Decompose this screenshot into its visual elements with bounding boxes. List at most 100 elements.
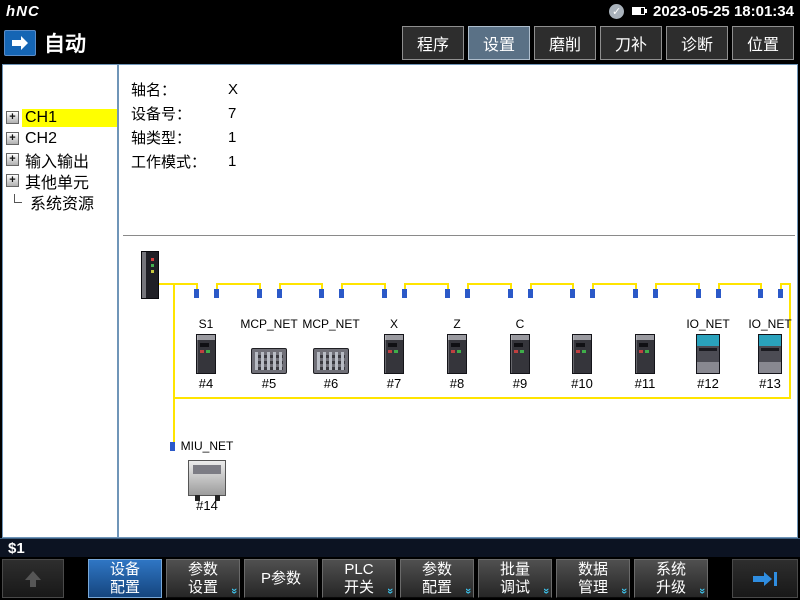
channel-status-bar: $1 xyxy=(0,538,800,557)
bus-connector xyxy=(257,289,262,298)
bus-wire xyxy=(173,283,175,451)
hnc-logo: hNC xyxy=(6,3,40,20)
bus-wire xyxy=(341,283,384,285)
tree-item-ch1[interactable]: + CH1 xyxy=(3,107,117,128)
softkey-line: 升级 xyxy=(656,579,686,597)
softkey-line: 系统 xyxy=(656,561,686,579)
softkey-line: 数据 xyxy=(578,561,608,579)
bus-connector xyxy=(716,289,721,298)
device-id: #14 xyxy=(167,498,247,513)
bus-connector xyxy=(402,289,407,298)
section-divider xyxy=(123,235,795,236)
expand-icon[interactable]: + xyxy=(6,132,19,145)
tree-item-other-units[interactable]: + 其他单元 xyxy=(3,170,117,191)
softkey-line: 管理 xyxy=(578,579,608,597)
check-status-icon: ✓ xyxy=(609,4,624,19)
submenu-chevron-icon: » xyxy=(542,588,550,594)
bus-connector xyxy=(778,289,783,298)
bus-connector xyxy=(590,289,595,298)
tab-position[interactable]: 位置 xyxy=(732,26,794,60)
softkey-system-upgrade[interactable]: 系统 升级 » xyxy=(634,559,708,598)
bus-connector xyxy=(758,289,763,298)
submenu-chevron-icon: » xyxy=(386,588,394,594)
bus-connector xyxy=(696,289,701,298)
softkey-line: P参数 xyxy=(261,570,301,588)
top-status-bar: hNC ✓ 2023-05-25 18:01:34 xyxy=(0,0,800,22)
bus-connector xyxy=(382,289,387,298)
softkey-line: 设置 xyxy=(188,579,218,597)
bus-connector xyxy=(339,289,344,298)
bus-wire xyxy=(592,283,635,285)
device-tree: + CH1 + CH2 + 输入输出 + 其他单元 系统资源 xyxy=(3,65,117,212)
bus-wire xyxy=(404,283,447,285)
tree-item-io[interactable]: + 输入输出 xyxy=(3,149,117,170)
softkey-p-param[interactable]: P参数 xyxy=(244,559,318,598)
bus-wire xyxy=(216,283,259,285)
softkey-line: 设备 xyxy=(110,561,140,579)
nav-next-icon xyxy=(751,570,779,588)
expand-icon[interactable]: + xyxy=(6,153,19,166)
bus-wire xyxy=(173,397,789,399)
info-value: X xyxy=(228,81,238,98)
softkey-bar: 设备 配置 参数 设置 » P参数 PLC 开关 » 参数 配置 » 批量 调试… xyxy=(0,557,800,600)
tree-item-ch2[interactable]: + CH2 xyxy=(3,128,117,149)
bus-connector xyxy=(653,289,658,298)
info-row-device-number: 设备号： 7 xyxy=(131,101,797,125)
info-value: 1 xyxy=(228,129,236,146)
tree-branch-icon xyxy=(14,194,22,203)
bus-connector xyxy=(570,289,575,298)
device-9 xyxy=(510,334,530,374)
bus-connector xyxy=(277,289,282,298)
softkey-line: 配置 xyxy=(110,579,140,597)
tab-settings[interactable]: 设置 xyxy=(468,26,530,60)
device-id: #13 xyxy=(730,376,797,391)
info-row-axis-name: 轴名： X xyxy=(131,77,797,101)
softkey-data-management[interactable]: 数据 管理 » xyxy=(556,559,630,598)
softkey-device-config[interactable]: 设备 配置 xyxy=(88,559,162,598)
submenu-chevron-icon: » xyxy=(464,588,472,594)
device-label: IO_NET xyxy=(730,317,797,331)
tree-item-label: CH2 xyxy=(22,130,60,148)
view-tabs: 程序 设置 磨削 刀补 诊断 位置 xyxy=(398,26,794,60)
submenu-chevron-icon: » xyxy=(230,588,238,594)
device-label: MIU_NET xyxy=(167,439,247,453)
info-row-axis-type: 轴类型： 1 xyxy=(131,125,797,149)
bus-wire xyxy=(718,283,760,285)
softkey-nav-up[interactable] xyxy=(2,559,64,598)
softkey-line: 调试 xyxy=(500,579,530,597)
info-label: 轴类型： xyxy=(131,127,228,148)
device-label: C xyxy=(480,317,560,331)
tree-item-label: 系统资源 xyxy=(27,190,97,214)
tab-program[interactable]: 程序 xyxy=(402,26,464,60)
bus-connector xyxy=(194,289,199,298)
mode-title: 自动 xyxy=(44,28,86,58)
expand-icon[interactable]: + xyxy=(6,174,19,187)
bus-wire xyxy=(530,283,572,285)
softkey-nav-next[interactable] xyxy=(732,559,798,598)
tree-item-label: CH1 xyxy=(22,109,117,127)
info-value: 7 xyxy=(228,105,236,122)
bus-connector xyxy=(214,289,219,298)
softkey-param-settings[interactable]: 参数 设置 » xyxy=(166,559,240,598)
bus-connector xyxy=(508,289,513,298)
bus-connector xyxy=(528,289,533,298)
softkey-line: PLC xyxy=(344,561,373,579)
expand-icon[interactable]: + xyxy=(6,111,19,124)
bus-connector xyxy=(633,289,638,298)
tab-grinding[interactable]: 磨削 xyxy=(534,26,596,60)
softkey-param-config[interactable]: 参数 配置 » xyxy=(400,559,474,598)
bus-connector xyxy=(465,289,470,298)
tab-tool-comp[interactable]: 刀补 xyxy=(600,26,662,60)
device-10 xyxy=(572,334,592,374)
tab-diagnosis[interactable]: 诊断 xyxy=(666,26,728,60)
softkey-batch-debug[interactable]: 批量 调试 » xyxy=(478,559,552,598)
bus-wire xyxy=(467,283,510,285)
softkey-plc-switch[interactable]: PLC 开关 » xyxy=(322,559,396,598)
info-value: 1 xyxy=(228,153,236,170)
title-bar: 自动 程序 设置 磨削 刀补 诊断 位置 xyxy=(0,22,800,64)
softkey-line: 配置 xyxy=(422,579,452,597)
bus-wire xyxy=(279,283,321,285)
datetime: 2023-05-25 18:01:34 xyxy=(653,3,794,20)
device-13 xyxy=(758,334,782,374)
tree-item-system-resources[interactable]: 系统资源 xyxy=(3,191,117,212)
